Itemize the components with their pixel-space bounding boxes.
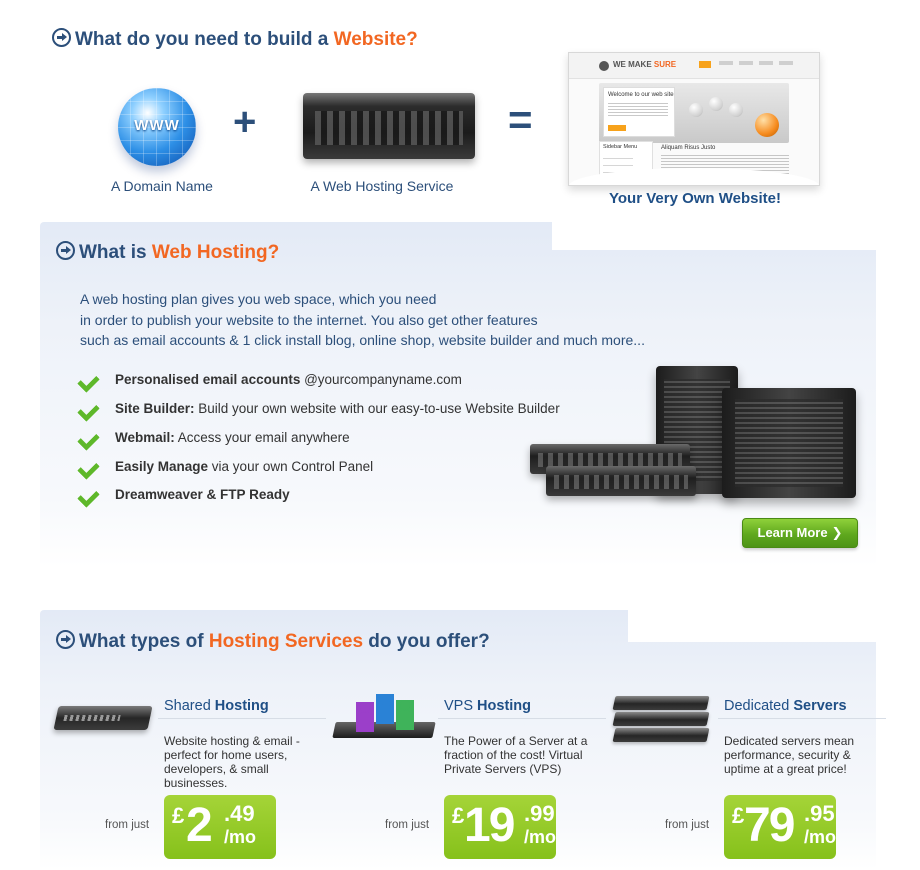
checkmark-icon <box>80 400 100 416</box>
dedicated-servers-image <box>612 692 710 744</box>
feature-item: Personalised email accounts @yourcompany… <box>115 372 462 387</box>
domain-name-caption: A Domain Name <box>111 178 213 194</box>
www-globe-icon: WWW <box>118 88 196 166</box>
preview-article-title: Aliquam Risus Justo <box>661 145 716 151</box>
hosting-service-caption: A Web Hosting Service <box>310 178 454 194</box>
shared-server-image <box>53 706 153 730</box>
checkmark-icon <box>80 429 100 445</box>
checkmark-icon <box>80 458 100 474</box>
intro-text-line: such as email accounts & 1 click install… <box>80 332 645 348</box>
vps-users-image <box>332 692 436 744</box>
feature-item: Site Builder: Build your own website wit… <box>115 401 560 416</box>
heading-text: What do you need to build a <box>75 29 334 50</box>
checkmark-icon <box>80 486 100 502</box>
price-badge-shared[interactable]: £ 2 .49 /mo <box>164 795 276 859</box>
what-is-web-hosting-heading: What is Web Hosting? <box>56 241 279 264</box>
circle-arrow-icon <box>56 630 75 649</box>
learn-more-button[interactable]: Learn More ❯ <box>742 518 858 548</box>
servers-image <box>526 366 858 506</box>
service-title-vps[interactable]: VPS Hosting <box>444 698 531 714</box>
from-just-label: from just <box>665 819 710 831</box>
preview-sidebar-title: Sidebar Menu <box>603 144 638 150</box>
hosting-server-image <box>303 93 475 159</box>
intro-text-line: A web hosting plan gives you web space, … <box>80 291 437 307</box>
preview-hero-title: Welcome to our web site <box>608 92 674 98</box>
service-description: Dedicated servers mean performance, secu… <box>724 734 855 776</box>
service-description: The Power of a Server at a fraction of t… <box>444 734 588 776</box>
service-description: Website hosting & email - perfect for ho… <box>164 734 300 790</box>
hosting-services-heading: What types of Hosting Services do you of… <box>56 630 490 653</box>
plus-sign: + <box>233 100 257 144</box>
chevron-right-icon: ❯ <box>831 525 843 540</box>
equals-sign: = <box>508 96 533 143</box>
from-just-label: from just <box>105 819 150 831</box>
preview-logo: WE MAKE SURE <box>613 60 677 69</box>
own-website-caption: Your Very Own Website! <box>609 190 781 207</box>
website-preview-image: WE MAKE SURE Welcome to our web site Sid… <box>568 52 820 186</box>
www-label: WWW <box>134 117 180 134</box>
checkmark-icon <box>80 371 100 387</box>
service-title-shared[interactable]: Shared Hosting <box>164 698 269 714</box>
circle-arrow-icon <box>56 241 75 260</box>
price-badge-vps[interactable]: £ 19 .99 /mo <box>444 795 556 859</box>
from-just-label: from just <box>385 819 430 831</box>
build-website-heading: What do you need to build a Website? <box>52 28 418 51</box>
heading-highlight: Website? <box>333 29 418 50</box>
feature-item: Dreamweaver & FTP Ready <box>115 487 290 502</box>
price-badge-dedicated[interactable]: £ 79 .95 /mo <box>724 795 836 859</box>
circle-arrow-icon <box>52 28 71 47</box>
feature-item: Webmail: Access your email anywhere <box>115 430 350 445</box>
feature-item: Easily Manage via your own Control Panel <box>115 459 374 474</box>
service-title-dedicated[interactable]: Dedicated Servers <box>724 698 847 714</box>
intro-text-line: in order to publish your website to the … <box>80 312 538 328</box>
